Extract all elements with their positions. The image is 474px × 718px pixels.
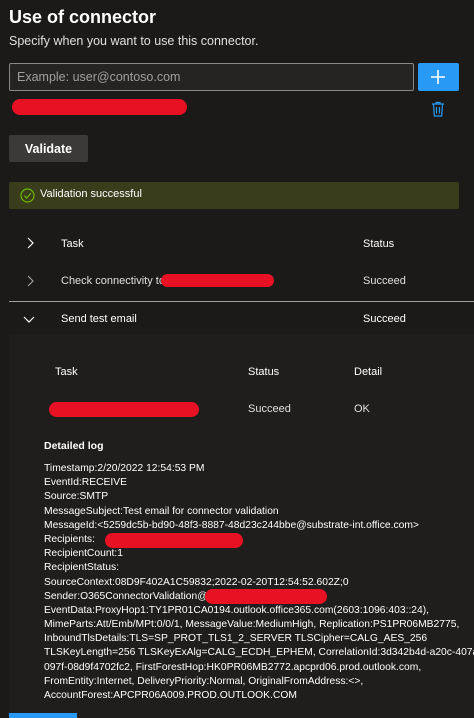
log-line: FromEntity:Internet, DeliveryPriority:No… bbox=[44, 675, 364, 687]
primary-action-button[interactable] bbox=[9, 713, 77, 718]
chevron-down-icon[interactable] bbox=[23, 314, 35, 324]
chevron-right-icon[interactable] bbox=[25, 275, 35, 287]
table-row-task: Check connectivity to bbox=[61, 275, 165, 287]
detail-header-detail: Detail bbox=[354, 366, 383, 378]
log-line: EventId:RECEIVE bbox=[44, 477, 127, 489]
plus-icon bbox=[431, 70, 445, 84]
detail-header-task: Task bbox=[55, 366, 78, 378]
detail-row-detail: OK bbox=[354, 403, 370, 415]
detailed-log-title: Detailed log bbox=[44, 440, 104, 452]
trash-icon[interactable] bbox=[431, 101, 445, 117]
log-line: 097f-08d9f4702fc2, FirstForestHop:HK0PR0… bbox=[44, 661, 422, 673]
redacted-host bbox=[161, 274, 274, 287]
redacted-recipient-address bbox=[105, 533, 243, 548]
email-input[interactable] bbox=[9, 63, 414, 91]
log-line: Timestamp:2/20/2022 12:54:53 PM bbox=[44, 463, 205, 474]
log-line: AccountForest:APCPR06A009.PROD.OUTLOOK.C… bbox=[44, 690, 297, 701]
table-row-status: Succeed bbox=[363, 313, 406, 325]
log-line: InboundTlsDetails:TLS=SP_PROT_TLS1_2_SER… bbox=[44, 633, 428, 645]
column-header-task: Task bbox=[61, 238, 84, 250]
table-row-task: Send test email bbox=[61, 313, 137, 325]
log-line: MessageSubject:Test email for connector … bbox=[44, 505, 279, 517]
row-divider bbox=[9, 301, 474, 302]
validation-status-bar: Validation successful bbox=[9, 182, 459, 209]
log-line: EventData:ProxyHop1:TY1PR01CA0194.outloo… bbox=[44, 604, 430, 616]
add-recipient-button[interactable] bbox=[418, 63, 459, 91]
log-line: MessageId:<5259dc5b-bd90-48f3-8887-48d23… bbox=[44, 519, 419, 531]
table-row-status: Succeed bbox=[363, 275, 406, 287]
log-line: Source:SMTP bbox=[44, 491, 109, 503]
detailed-log: Timestamp:2/20/2022 12:54:53 PM EventId:… bbox=[44, 462, 474, 703]
validate-button[interactable]: Validate bbox=[9, 135, 88, 162]
column-header-status: Status bbox=[363, 238, 395, 250]
check-circle-icon bbox=[20, 188, 35, 203]
redacted-task bbox=[49, 402, 199, 417]
chevron-right-icon[interactable] bbox=[25, 237, 35, 249]
page-title: Use of connector bbox=[9, 7, 157, 27]
log-line: RecipientCount:1 bbox=[44, 548, 123, 560]
log-line: TLSKeyLength=256 TLSKeyExAlg=CALG_ECDH_E… bbox=[44, 647, 474, 659]
detail-row-status: Succeed bbox=[248, 403, 291, 415]
log-line: SourceContext:08D9F402A1C59832;2022-02-2… bbox=[44, 576, 349, 588]
validation-status-text: Validation successful bbox=[40, 188, 142, 200]
page-subtitle: Specify when you want to use this connec… bbox=[9, 34, 259, 48]
log-line: MimeParts:Att/Emb/MPt:0/0/1, MessageValu… bbox=[44, 619, 460, 631]
redacted-recipient bbox=[12, 99, 187, 115]
redacted-sender-domain bbox=[205, 589, 327, 604]
log-line: RecipientStatus: bbox=[44, 562, 119, 574]
detail-header-status: Status bbox=[248, 366, 280, 378]
